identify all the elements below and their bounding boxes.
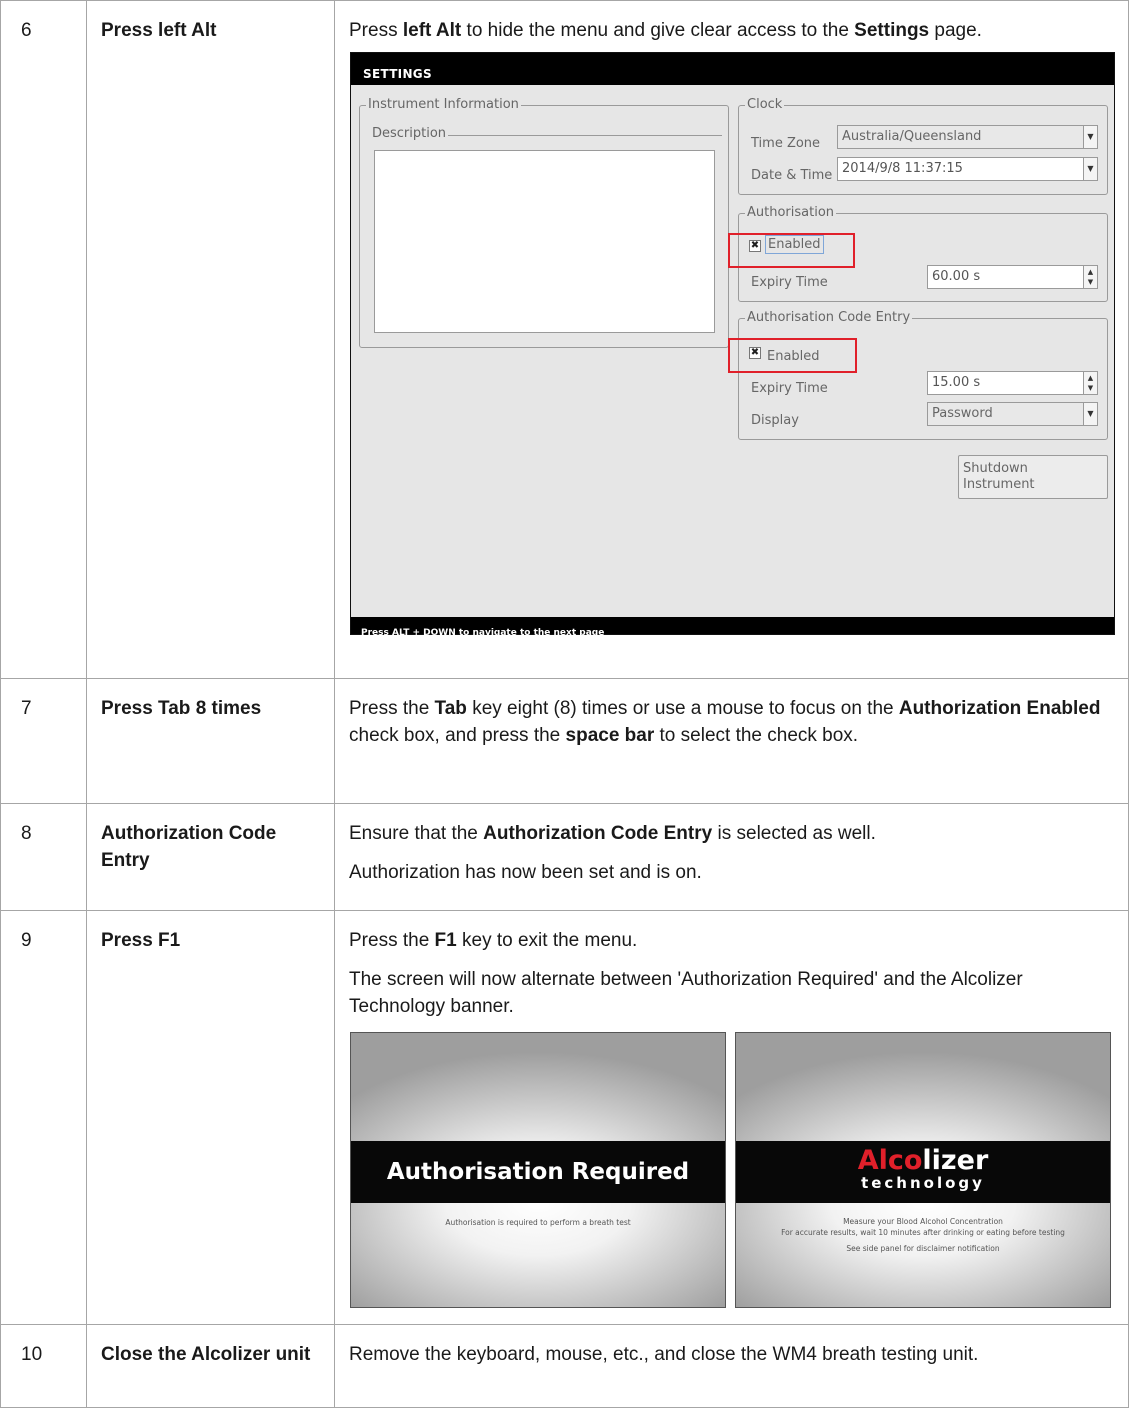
- step-title: Press Tab 8 times: [86, 678, 335, 804]
- code-entry-expiry-label: Expiry Time: [751, 381, 828, 396]
- step-number: 8: [0, 803, 87, 911]
- step-description: Ensure that the Authorization Code Entry…: [334, 803, 1129, 911]
- step-number: 6: [0, 0, 87, 679]
- clock-group: Clock Time Zone Australia/Queensland ▼ D…: [738, 97, 1108, 195]
- step-description: Remove the keyboard, mouse, etc., and cl…: [334, 1324, 1129, 1408]
- table-row: 7 Press Tab 8 times Press the Tab key ei…: [0, 678, 1129, 804]
- spinner-arrows-icon[interactable]: ▲ ▼: [1083, 372, 1097, 394]
- instrument-info-legend: Instrument Information: [366, 97, 521, 113]
- settings-screenshot: SETTINGS Instrument Information Descript…: [350, 52, 1115, 638]
- step-text: Press the F1 key to exit the menu.: [349, 930, 638, 951]
- step-title: Authorization Code Entry: [86, 803, 335, 911]
- step-number: 10: [0, 1324, 87, 1408]
- step-text: Press the Tab key eight (8) times or use…: [349, 698, 1101, 746]
- code-entry-group: Authorisation Code Entry ✖ Enabled Expir…: [738, 310, 1108, 440]
- step-title: Press left Alt: [86, 0, 335, 679]
- settings-footer: Press ALT + DOWN to navigate to the next…: [351, 617, 1114, 638]
- step-number: 9: [0, 910, 87, 1325]
- code-entry-expiry-spinner[interactable]: 15.00 s ▲ ▼: [927, 371, 1098, 395]
- display-label: Display: [751, 413, 799, 428]
- highlight-authorisation-enabled: [728, 233, 855, 268]
- table-row: 6 Press left Alt Press left Alt to hide …: [0, 0, 1129, 679]
- authorisation-expiry-label: Expiry Time: [751, 275, 828, 290]
- highlight-code-entry-enabled: [728, 338, 857, 373]
- banner-line-3: See side panel for disclaimer notificati…: [846, 1244, 1000, 1253]
- shutdown-instrument-button[interactable]: Shutdown Instrument: [958, 455, 1108, 499]
- date-time-label: Date & Time: [751, 168, 833, 183]
- alcolizer-banner: Alcolizer technology Measure your Blood …: [735, 1032, 1111, 1308]
- settings-header: SETTINGS: [351, 53, 1114, 85]
- authorisation-expiry-spinner[interactable]: 60.00 s ▲ ▼: [927, 265, 1098, 289]
- date-time-field[interactable]: 2014/9/8 11:37:15 ▼: [837, 157, 1098, 181]
- table-row: 8 Authorization Code Entry Ensure that t…: [0, 803, 1129, 911]
- step-text: Remove the keyboard, mouse, etc., and cl…: [349, 1344, 979, 1365]
- step-title: Press F1: [86, 910, 335, 1325]
- chevron-down-icon[interactable]: ▼: [1083, 126, 1097, 148]
- banner-title: Authorisation Required: [386, 1159, 690, 1185]
- step-description: Press the Tab key eight (8) times or use…: [334, 678, 1129, 804]
- banner-subtitle: Authorisation is required to perform a b…: [445, 1218, 631, 1227]
- clock-legend: Clock: [745, 97, 785, 113]
- banner-strip: Alcolizer technology: [736, 1141, 1110, 1203]
- banner-screenshots: Authorisation Required Authorisation is …: [349, 1032, 1114, 1308]
- code-entry-legend: Authorisation Code Entry: [745, 310, 913, 326]
- chevron-down-icon[interactable]: ▼: [1083, 403, 1097, 425]
- spinner-arrows-icon[interactable]: ▲ ▼: [1083, 266, 1097, 288]
- table-row: 9 Press F1 Press the F1 key to exit the …: [0, 910, 1129, 1325]
- step-description: Press the F1 key to exit the menu. The s…: [334, 910, 1129, 1325]
- chevron-down-icon[interactable]: ▼: [1083, 158, 1097, 180]
- banner-line-2: For accurate results, wait 10 minutes af…: [781, 1228, 1065, 1237]
- table-row: 10 Close the Alcolizer unit Remove the k…: [0, 1324, 1129, 1408]
- step-description: Press left Alt to hide the menu and give…: [334, 0, 1129, 679]
- description-legend: Description: [370, 126, 449, 142]
- alcolizer-logo: Alcolizer technology: [857, 1145, 989, 1192]
- step-title: Close the Alcolizer unit: [86, 1324, 335, 1408]
- authorisation-legend: Authorisation: [745, 205, 837, 221]
- step-number: 7: [0, 678, 87, 804]
- description-textarea[interactable]: [374, 150, 715, 333]
- steps-table: 6 Press left Alt Press left Alt to hide …: [0, 0, 1129, 1408]
- step-text: Press left Alt to hide the menu and give…: [349, 20, 982, 41]
- step-text: Authorization has now been set and is on…: [349, 862, 702, 883]
- instrument-info-group: Instrument Information Description: [359, 97, 729, 348]
- authorisation-required-banner: Authorisation Required Authorisation is …: [350, 1032, 726, 1308]
- banner-strip: Authorisation Required: [351, 1141, 725, 1203]
- banner-line-1: Measure your Blood Alcohol Concentration: [843, 1217, 1003, 1226]
- step-text: The screen will now alternate between 'A…: [349, 969, 1023, 1017]
- time-zone-select[interactable]: Australia/Queensland ▼: [837, 125, 1098, 149]
- step-text: Ensure that the Authorization Code Entry…: [349, 823, 876, 844]
- time-zone-label: Time Zone: [751, 136, 821, 151]
- display-select[interactable]: Password ▼: [927, 402, 1098, 426]
